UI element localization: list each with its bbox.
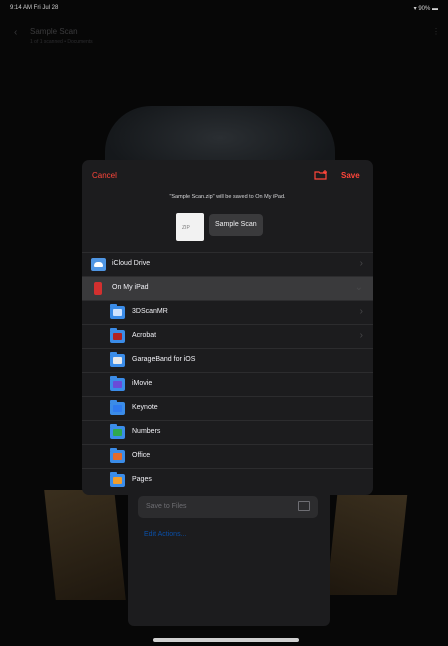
folder-imovie[interactable]: iMovie <box>82 372 373 396</box>
folder-label: Acrobat <box>132 332 157 339</box>
folder-label: iMovie <box>132 380 153 387</box>
background-title: Sample Scan <box>30 27 78 36</box>
ipad-icon <box>91 282 106 295</box>
folder-label: Pages <box>132 476 152 483</box>
folder-label: Numbers <box>132 428 161 435</box>
folder-icon <box>110 400 125 415</box>
location-list: iCloud Drive › On My iPad ⌄ 3DScanMR › A… <box>82 252 373 492</box>
back-chevron-icon: ‹ <box>14 27 18 38</box>
location-on-my-ipad[interactable]: On My iPad ⌄ <box>82 276 373 300</box>
save-to-files-label: Save to Files <box>146 503 187 510</box>
folder-acrobat[interactable]: Acrobat › <box>82 324 373 348</box>
status-time: 9:14 AM Fri Jul 28 <box>10 5 59 11</box>
save-to-files-field: Save to Files <box>138 496 318 518</box>
location-label: iCloud Drive <box>112 260 151 267</box>
folder-office[interactable]: Office <box>82 444 373 468</box>
chevron-down-icon: ⌄ <box>354 282 363 293</box>
folder-icon <box>110 424 125 439</box>
background-subtitle: 1 of 1 scanned • Documents <box>30 39 93 45</box>
chevron-right-icon: › <box>359 330 363 341</box>
folder-label: GarageBand for iOS <box>132 356 196 363</box>
background-header: ‹ Sample Scan 1 of 1 scanned • Documents… <box>0 18 448 52</box>
zip-file-icon: ZIP <box>176 213 204 241</box>
edit-actions-link: Edit Actions... <box>144 531 187 538</box>
more-icon: ⋮ <box>432 27 440 36</box>
folder-garageband[interactable]: GarageBand for iOS <box>82 348 373 372</box>
share-panel-behind: Save to Files Edit Actions... <box>128 480 330 626</box>
folder-numbers[interactable]: Numbers <box>82 420 373 444</box>
chevron-right-icon: › <box>359 306 363 317</box>
folder-icon <box>110 328 125 343</box>
save-sheet: Cancel Save "Sample Scan.zip" will be sa… <box>82 160 373 495</box>
folder-label: Office <box>132 452 151 459</box>
zip-file-icon-label: ZIP <box>182 225 190 231</box>
icloud-icon <box>91 258 106 271</box>
home-indicator[interactable] <box>153 638 299 642</box>
folder-icon <box>110 472 125 487</box>
folder-label: 3DScanMR <box>132 308 168 315</box>
file-name-field[interactable]: Sample Scan <box>209 214 263 236</box>
save-message: "Sample Scan.zip" will be saved to On My… <box>169 194 286 200</box>
photo-object-right-leg <box>326 495 408 595</box>
folder-keynote[interactable]: Keynote <box>82 396 373 420</box>
folder-3dscanmr[interactable]: 3DScanMR › <box>82 300 373 324</box>
location-label: On My iPad <box>112 284 149 291</box>
cancel-button[interactable]: Cancel <box>92 171 117 180</box>
folder-outline-icon <box>298 501 310 511</box>
location-icloud-drive[interactable]: iCloud Drive › <box>82 252 373 276</box>
save-button[interactable]: Save <box>341 171 360 180</box>
new-folder-icon[interactable] <box>314 170 328 180</box>
folder-icon <box>110 448 125 463</box>
photo-object-left-leg <box>44 490 126 600</box>
folder-label: Keynote <box>132 404 158 411</box>
folder-icon <box>110 304 125 319</box>
chevron-right-icon: › <box>359 258 363 269</box>
folder-icon <box>110 352 125 367</box>
folder-icon <box>110 376 125 391</box>
folder-pages[interactable]: Pages <box>82 468 373 492</box>
status-battery: ▾ 90% ▬ <box>413 6 438 12</box>
status-bar: 9:14 AM Fri Jul 28 ▾ 90% ▬ <box>0 0 448 16</box>
